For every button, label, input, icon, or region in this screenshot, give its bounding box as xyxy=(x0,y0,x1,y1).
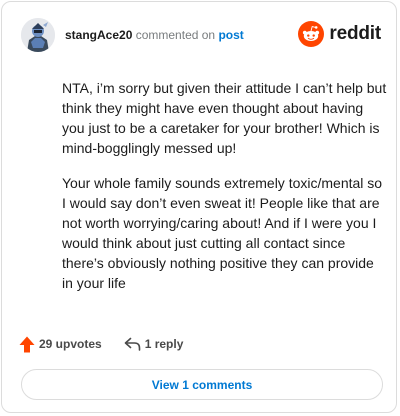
comment-card: stangAce20 commented on post reddit NTA,… xyxy=(1,1,397,413)
logo-text: reddit xyxy=(329,23,381,44)
upvote-arrow-icon xyxy=(19,336,35,352)
byline: stangAce20 commented on post xyxy=(65,28,244,42)
avatar[interactable] xyxy=(21,18,55,52)
comment-paragraph: Your whole family sounds extremely toxic… xyxy=(62,175,383,291)
comment-header: stangAce20 commented on post reddit xyxy=(21,18,381,52)
comment-body: NTA, i’m sorry but given their attitude … xyxy=(62,78,387,308)
action-text: commented on xyxy=(135,28,216,42)
username[interactable]: stangAce20 xyxy=(65,28,132,42)
reddit-logo[interactable]: reddit xyxy=(298,20,381,48)
reply-count: 1 reply xyxy=(144,337,184,351)
post-link[interactable]: post xyxy=(218,28,243,42)
upvote-button[interactable]: 29 upvotes xyxy=(19,336,102,353)
upvote-count: 29 upvotes xyxy=(39,337,102,351)
view-comments-button[interactable]: View 1 comments xyxy=(21,369,383,400)
comment-actions: 29 upvotes 1 reply xyxy=(19,333,379,355)
reply-arrow-icon xyxy=(124,337,141,351)
comment-paragraph: NTA, i’m sorry but given their attitude … xyxy=(62,80,387,156)
reply-button[interactable]: 1 reply xyxy=(124,337,184,351)
reddit-snoo-icon xyxy=(298,21,325,47)
avatar-image xyxy=(21,18,55,52)
